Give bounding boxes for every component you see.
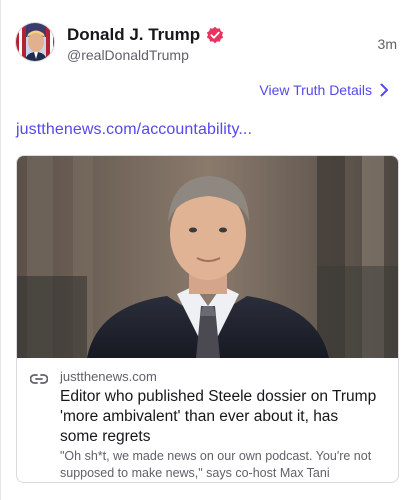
avatar-image [16,23,54,61]
portrait-photo [17,156,398,358]
link-preview-body: justthenews.com Editor who published Ste… [17,358,398,482]
link-icon [30,374,48,384]
link-preview-card[interactable]: justthenews.com Editor who published Ste… [16,155,399,483]
link-preview-domain: justthenews.com [60,369,157,384]
view-truth-details-label: View Truth Details [259,82,372,98]
verified-badge-icon [207,26,224,44]
link-preview-description: "Oh sh*t, we made news on our own podcas… [60,449,372,480]
chevron-right-icon [380,83,388,97]
link-preview-image [17,156,398,358]
author-display-name[interactable]: Donald J. Trump [67,25,200,45]
view-truth-details-link[interactable]: View Truth Details [259,82,389,98]
post-link-url[interactable]: justthenews.com/accountability... [16,121,252,139]
author-name-row: Donald J. Trump [67,25,224,45]
author-handle[interactable]: @realDonaldTrump [67,47,189,63]
post-header: Donald J. Trump @realDonaldTrump 3m [15,22,399,66]
post-timestamp[interactable]: 3m [378,36,397,52]
link-preview-title: Editor who published Steele dossier on T… [60,388,377,445]
author-avatar[interactable] [15,22,55,62]
truth-post: Donald J. Trump @realDonaldTrump 3m View… [0,0,413,500]
